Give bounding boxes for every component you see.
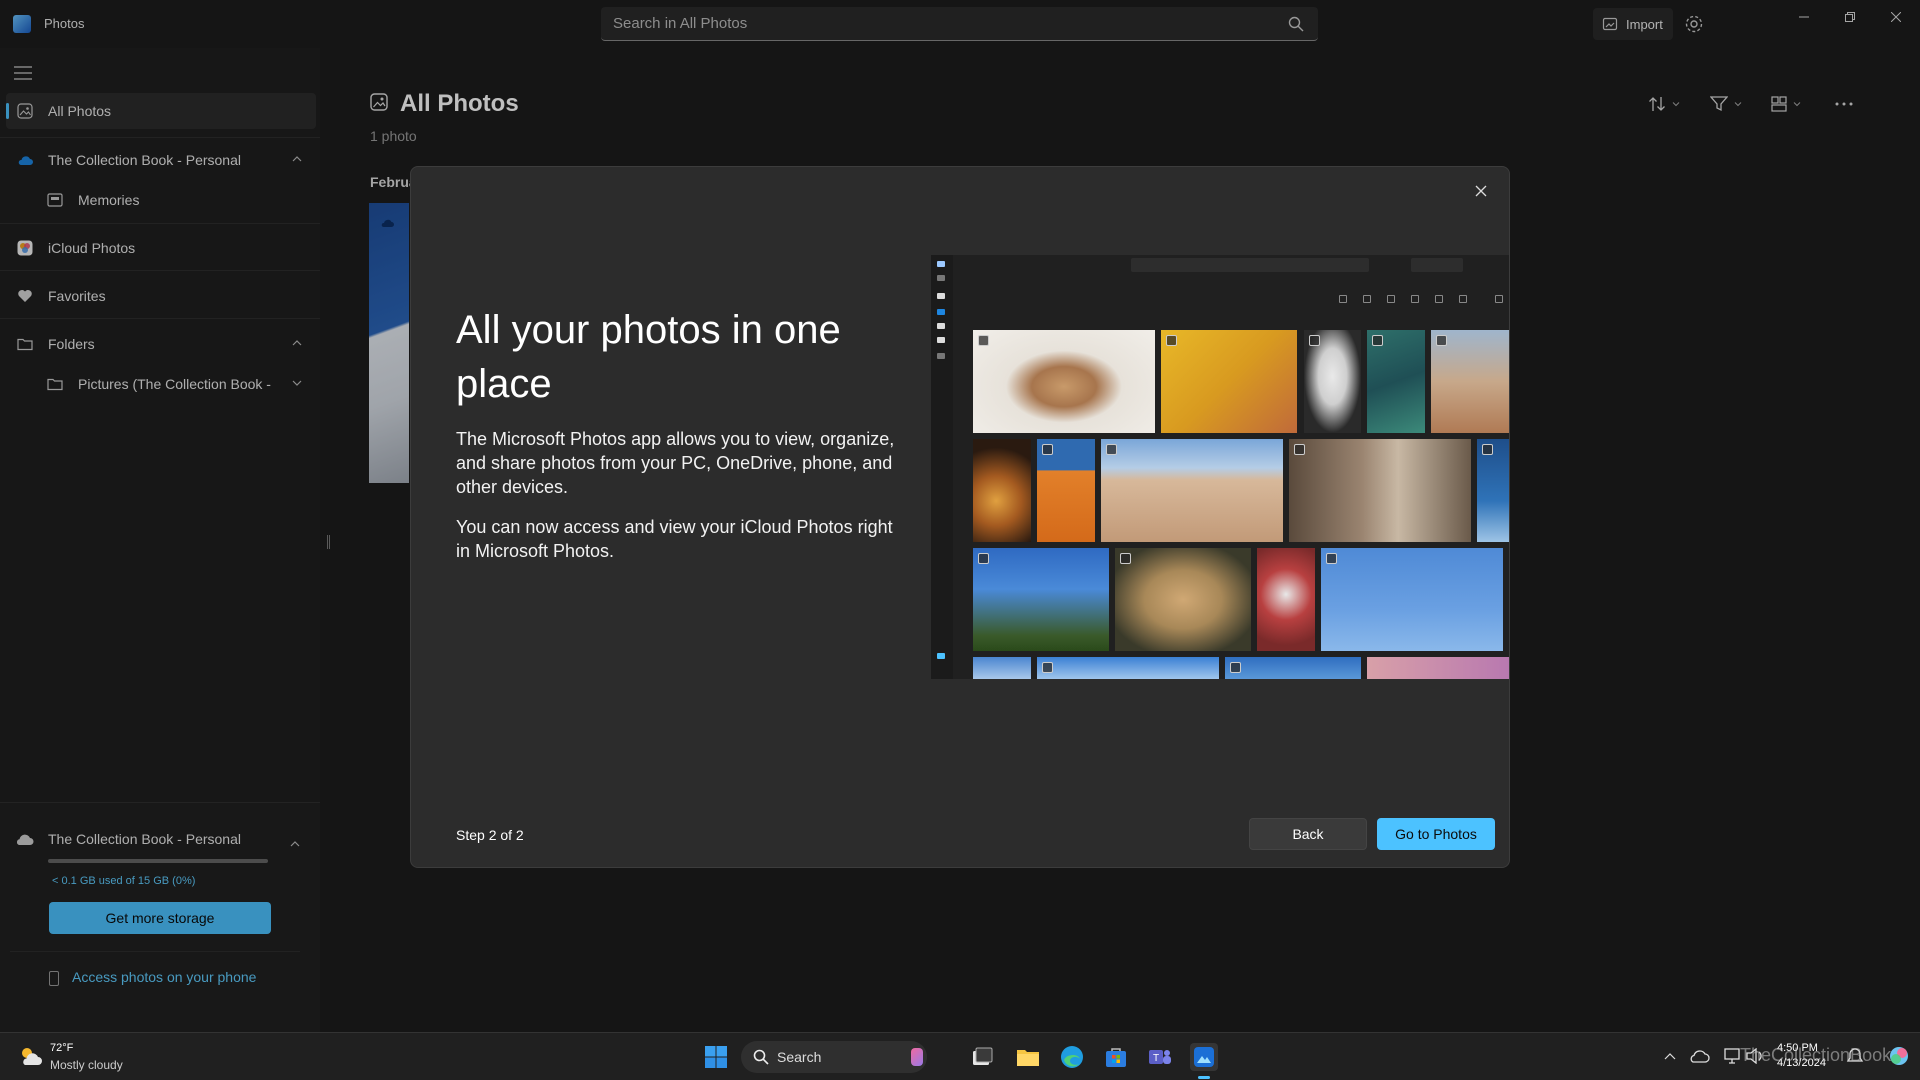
store-icon — [1106, 1048, 1126, 1067]
preview-photo-swing-ride — [1321, 548, 1503, 651]
preview-photo-orange-wall — [1037, 439, 1095, 542]
edge-icon — [1061, 1046, 1083, 1068]
photos-app-icon — [1194, 1047, 1214, 1067]
preview-photo-archway — [1304, 330, 1361, 433]
preview-tool-icon — [1363, 295, 1371, 303]
back-button[interactable]: Back — [1249, 818, 1367, 850]
preview-tool-icon — [1387, 295, 1395, 303]
close-dialog-button[interactable] — [1467, 177, 1495, 205]
preview-search-box — [1131, 258, 1369, 272]
taskbar-store[interactable] — [1102, 1043, 1130, 1071]
svg-text:T: T — [1153, 1053, 1159, 1064]
step-indicator: Step 2 of 2 — [456, 827, 524, 843]
partly-cloudy-icon[interactable] — [18, 1045, 44, 1067]
weather-description[interactable]: Mostly cloudy — [50, 1058, 123, 1072]
preview-sidebar — [931, 255, 953, 679]
taskbar-photos[interactable] — [1190, 1043, 1218, 1079]
preview-photo-sea — [1477, 439, 1509, 542]
search-highlight-icon — [911, 1048, 923, 1066]
dialog-heading: All your photos in one place — [456, 308, 841, 406]
preview-photo-sky — [1037, 657, 1219, 679]
onboarding-dialog: All your photos in one place The Microso… — [410, 166, 1510, 868]
taskbar-file-explorer[interactable] — [1014, 1043, 1042, 1071]
taskbar-search-box[interactable]: Search — [741, 1041, 927, 1073]
preview-photo-food — [973, 439, 1031, 542]
preview-tool-icon — [1339, 295, 1347, 303]
dialog-paragraph: The Microsoft Photos app allows you to v… — [456, 429, 895, 497]
preview-icloud-icon — [937, 323, 945, 329]
preview-photo-dog-rocks — [1115, 548, 1251, 651]
watermark-text: TheCollectionBook — [1740, 1045, 1892, 1065]
preview-tool-icon — [1411, 295, 1419, 303]
windows-start-icon[interactable] — [704, 1045, 728, 1069]
preview-photo-yellow-building — [1161, 330, 1297, 433]
preview-photo-sunset — [1367, 657, 1509, 679]
preview-photo-dog — [973, 330, 1155, 433]
taskbar-search-label: Search — [777, 1049, 822, 1065]
preview-photo-sky — [1225, 657, 1361, 679]
preview-tool-icon — [1435, 295, 1443, 303]
taskbar-teams[interactable]: T — [1146, 1043, 1174, 1071]
preview-import-button — [1411, 258, 1463, 272]
preview-photo-eiffel — [973, 548, 1109, 651]
taskbar: 72°F Mostly cloudy Search T 4:50 PM 4/13… — [0, 1032, 1920, 1080]
preview-tool-icon — [1495, 295, 1503, 303]
taskbar-task-view[interactable] — [968, 1043, 996, 1071]
preview-photos-icon — [937, 293, 945, 299]
preview-photo-venice — [1289, 439, 1471, 542]
teams-icon: T — [1149, 1050, 1171, 1064]
task-view-icon — [973, 1047, 993, 1065]
dialog-paragraph: You can now access and view your iCloud … — [456, 517, 893, 561]
onedrive-tray-icon[interactable] — [1688, 1048, 1710, 1064]
photos-app-window: Photos Import All Photos The Collection … — [0, 0, 1920, 1080]
preview-cloud-icon — [937, 309, 945, 315]
go-to-photos-button[interactable]: Go to Photos — [1377, 818, 1495, 850]
weather-temperature[interactable]: 72°F — [50, 1042, 73, 1054]
preview-folder-icon — [937, 353, 945, 359]
preview-cloud-icon — [937, 653, 945, 659]
chevron-up-icon[interactable] — [1664, 1051, 1676, 1061]
preview-photo-desert-rocks — [1431, 330, 1509, 433]
preview-photo-spiral — [1257, 548, 1315, 651]
preview-heart-icon — [937, 337, 945, 343]
preview-photo-pool — [1367, 330, 1425, 433]
preview-menu-icon — [937, 275, 945, 281]
app-preview-image — [931, 255, 1509, 679]
close-icon — [1475, 185, 1487, 197]
preview-tool-icon — [1459, 295, 1467, 303]
preview-app-icon — [937, 261, 945, 267]
file-explorer-icon — [1017, 1050, 1039, 1066]
preview-photo-sky — [973, 657, 1031, 679]
search-icon — [753, 1049, 769, 1065]
copilot-icon[interactable] — [1888, 1045, 1910, 1067]
taskbar-edge[interactable] — [1058, 1043, 1086, 1071]
preview-photo-desert-hiker — [1101, 439, 1283, 542]
